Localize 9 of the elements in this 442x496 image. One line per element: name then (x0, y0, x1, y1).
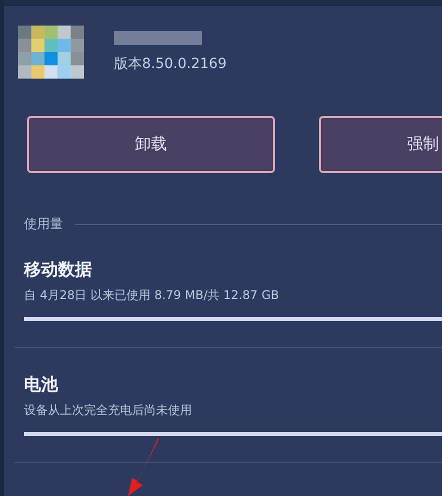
item-title: 电池 (23, 374, 60, 396)
annotation-arrow (126, 437, 160, 496)
item-detail: 设备从上次完全充电后尚未使用 (23, 402, 193, 419)
action-button[interactable]: 强制 (319, 116, 442, 173)
section-title: 使用量 (24, 216, 63, 233)
app-version: 版本8.50.0.2169 (114, 55, 227, 73)
item-detail: 自 4月28日 以来已使用 8.79 MB/共 12.87 GB (23, 287, 280, 304)
item-title: 移动数据 (22, 259, 93, 281)
action-button[interactable]: 卸载 (27, 116, 275, 173)
